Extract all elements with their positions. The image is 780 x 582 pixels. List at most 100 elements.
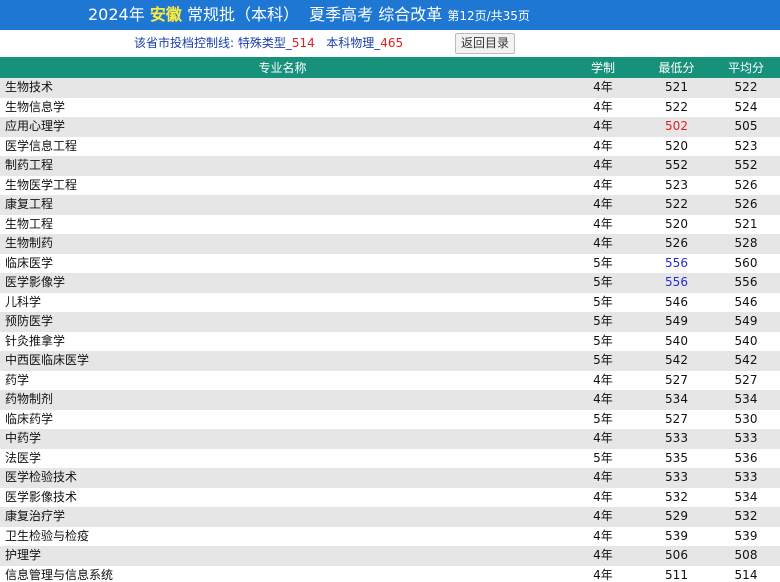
physics-label: 本科物理_: [326, 36, 381, 50]
avg-score-cell: 530: [734, 411, 758, 426]
min-score-cell: 527: [665, 372, 688, 387]
control-line-info: 该省市投档控制线: 特殊类型_514 本科物理_465: [134, 35, 403, 51]
avg-score-cell: 528: [734, 236, 758, 251]
min-score-cell: 539: [665, 528, 688, 543]
duration-cell: 5年: [593, 411, 613, 426]
avg-score-cell: 526: [734, 177, 758, 192]
duration-cell: 4年: [593, 470, 613, 485]
min-score-cell: 520: [665, 216, 688, 231]
min-score-cell: 527: [665, 411, 688, 426]
table-row: 信息管理与信息系统 4年 511 514: [0, 565, 780, 582]
avg-score-cell: 508: [734, 548, 758, 563]
avg-score-cell: 522: [734, 80, 758, 95]
table-row: 生物医学工程 4年 523 526: [0, 175, 780, 195]
avg-score-cell: 526: [734, 197, 758, 212]
major-name-cell: 卫生检验与检疫: [5, 528, 90, 543]
table-row: 医学影像技术 4年 532 534: [0, 487, 780, 507]
min-score-cell: 532: [665, 489, 688, 504]
table-row: 康复治疗学 4年 529 532: [0, 507, 780, 527]
major-name-cell: 临床药学: [5, 411, 54, 426]
special-type-value: 514: [291, 36, 315, 50]
major-name-cell: 法医学: [5, 450, 42, 465]
duration-cell: 4年: [593, 216, 613, 231]
min-score-cell: 540: [665, 333, 688, 348]
table-row: 生物工程 4年 520 521: [0, 214, 780, 234]
table-row: 中西医临床医学 5年 542 542: [0, 351, 780, 371]
duration-cell: 5年: [593, 275, 613, 290]
min-score-cell: 552: [665, 158, 688, 173]
min-score-cell: 556: [665, 255, 688, 270]
duration-cell: 4年: [593, 197, 613, 212]
avg-score-cell: 546: [734, 294, 758, 309]
title-bar: 2024年 安徽 常规批（本科） 夏季高考 综合改革 第12页/共35页: [0, 0, 780, 30]
major-name-cell: 药学: [5, 372, 30, 387]
table-row: 针灸推拿学 5年 540 540: [0, 331, 780, 351]
duration-cell: 4年: [593, 372, 613, 387]
table-row: 康复工程 4年 522 526: [0, 195, 780, 215]
table-row: 护理学 4年 506 508: [0, 546, 780, 566]
min-score-cell: 546: [665, 294, 688, 309]
min-score-cell: 522: [665, 197, 688, 212]
min-score-cell: 529: [665, 509, 688, 524]
physics-value: 465: [380, 36, 404, 50]
duration-cell: 5年: [593, 450, 613, 465]
min-score-cell: 522: [665, 99, 688, 114]
min-score-cell: 511: [665, 567, 688, 582]
major-name-cell: 生物医学工程: [5, 177, 78, 192]
header-duration: 学制: [565, 57, 641, 78]
min-score-cell: 535: [665, 450, 688, 465]
duration-cell: 4年: [593, 509, 613, 524]
min-score-cell: 523: [665, 177, 688, 192]
major-name-cell: 药物制剂: [5, 392, 54, 407]
avg-score-cell: 542: [734, 353, 758, 368]
major-name-cell: 中西医临床医学: [5, 353, 90, 368]
avg-score-cell: 524: [734, 99, 758, 114]
duration-cell: 5年: [593, 314, 613, 329]
table-row: 医学影像学 5年 556 556: [0, 273, 780, 293]
avg-score-cell: 527: [734, 372, 758, 387]
major-name-cell: 医学影像技术: [5, 489, 78, 504]
min-score-cell: 533: [665, 431, 688, 446]
duration-cell: 4年: [593, 80, 613, 95]
duration-cell: 4年: [593, 236, 613, 251]
avg-score-cell: 560: [734, 255, 758, 270]
major-name-cell: 制药工程: [5, 158, 54, 173]
avg-score-cell: 505: [734, 119, 758, 134]
table-row: 卫生检验与检疫 4年 539 539: [0, 526, 780, 546]
header-avg-score: 平均分: [712, 57, 780, 78]
major-name-cell: 护理学: [5, 548, 42, 563]
page-title: 2024年 安徽 常规批（本科） 夏季高考 综合改革 第12页/共35页: [88, 3, 530, 28]
header-major: 专业名称: [0, 57, 565, 78]
avg-score-cell: 514: [734, 567, 758, 582]
major-name-cell: 康复工程: [5, 197, 54, 212]
duration-cell: 4年: [593, 548, 613, 563]
table-row: 药学 4年 527 527: [0, 370, 780, 390]
duration-cell: 4年: [593, 431, 613, 446]
avg-score-cell: 540: [734, 333, 758, 348]
major-name-cell: 针灸推拿学: [5, 333, 66, 348]
duration-cell: 5年: [593, 333, 613, 348]
min-score-cell: 534: [665, 392, 688, 407]
control-line-row: 该省市投档控制线: 特殊类型_514 本科物理_465: [0, 30, 780, 56]
min-score-cell: 542: [665, 353, 688, 368]
major-name-cell: 医学信息工程: [5, 138, 78, 153]
table-row: 应用心理学 4年 502 505: [0, 117, 780, 137]
major-name-cell: 生物工程: [5, 216, 54, 231]
duration-cell: 4年: [593, 138, 613, 153]
title-exam: 夏季高考 综合改革: [309, 5, 443, 24]
duration-cell: 4年: [593, 567, 613, 582]
major-name-cell: 医学检验技术: [5, 470, 78, 485]
table-row: 生物信息学 4年 522 524: [0, 97, 780, 117]
table-row: 医学信息工程 4年 520 523: [0, 136, 780, 156]
major-name-cell: 生物技术: [5, 80, 54, 95]
table-row: 临床医学 5年 556 560: [0, 253, 780, 273]
table-header-row: 专业名称 学制 最低分 平均分: [0, 57, 780, 78]
duration-cell: 4年: [593, 528, 613, 543]
header-min-score: 最低分: [641, 57, 712, 78]
min-score-cell: 556: [665, 275, 688, 290]
avg-score-cell: 533: [734, 431, 758, 446]
back-to-index-button[interactable]: 返回目录: [455, 33, 515, 54]
duration-cell: 4年: [593, 99, 613, 114]
min-score-cell: 520: [665, 138, 688, 153]
table-row: 儿科学 5年 546 546: [0, 292, 780, 312]
